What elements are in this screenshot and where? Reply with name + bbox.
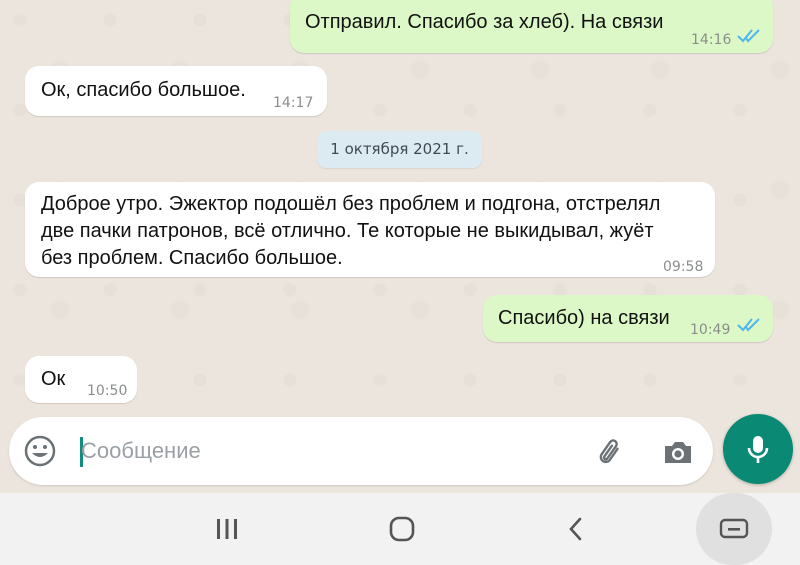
- message-bubble-incoming[interactable]: Доброе утро. Эжектор подошёл без проблем…: [25, 182, 715, 277]
- home-icon[interactable]: [387, 514, 417, 544]
- recent-apps-icon[interactable]: [212, 514, 242, 544]
- system-navigation-bar: [0, 493, 800, 565]
- composer: [0, 400, 800, 493]
- keyboard-icon: [719, 518, 749, 539]
- camera-icon[interactable]: [661, 435, 695, 469]
- keyboard-toggle-button[interactable]: [696, 493, 772, 565]
- paperclip-icon[interactable]: [594, 435, 628, 469]
- message-text: Ок, спасибо большое.: [41, 79, 246, 101]
- message-text: Ок: [41, 368, 66, 390]
- message-text: Спасибо) на связи: [498, 307, 670, 329]
- message-time: 09:58: [663, 259, 704, 275]
- back-icon[interactable]: [562, 514, 592, 544]
- chat-area[interactable]: Отправил. Спасибо за хлеб). На связи 14:…: [0, 0, 800, 493]
- message-time: 10:49: [690, 322, 731, 338]
- message-line: две пачки патронов, всё отлично. Те кото…: [41, 220, 654, 242]
- message-bubble-incoming[interactable]: Ок, спасибо большое. 14:17: [25, 66, 327, 116]
- message-text: Отправил. Спасибо за хлеб). На связи: [305, 11, 664, 33]
- voice-record-button[interactable]: [723, 414, 793, 484]
- date-separator: 1 октября 2021 г.: [317, 131, 482, 168]
- message-time: 14:17: [273, 95, 314, 111]
- message-bubble-outgoing[interactable]: Спасибо) на связи 10:49: [483, 295, 773, 342]
- message-line: без проблем. Спасибо большое.: [41, 247, 343, 269]
- emoji-icon[interactable]: [23, 434, 57, 468]
- double-check-icon: [737, 29, 760, 43]
- message-input-container: [9, 417, 713, 485]
- message-bubble-outgoing[interactable]: Отправил. Спасибо за хлеб). На связи 14:…: [290, 0, 773, 53]
- message-line: Доброе утро. Эжектор подошёл без проблем…: [41, 193, 661, 215]
- microphone-icon: [747, 436, 769, 463]
- message-text: Доброе утро. Эжектор подошёл без проблем…: [41, 191, 660, 272]
- message-bubble-incoming[interactable]: Ок 10:50: [25, 356, 137, 403]
- message-time: 14:16: [691, 32, 732, 48]
- message-input[interactable]: [81, 432, 581, 470]
- double-check-icon: [737, 318, 760, 332]
